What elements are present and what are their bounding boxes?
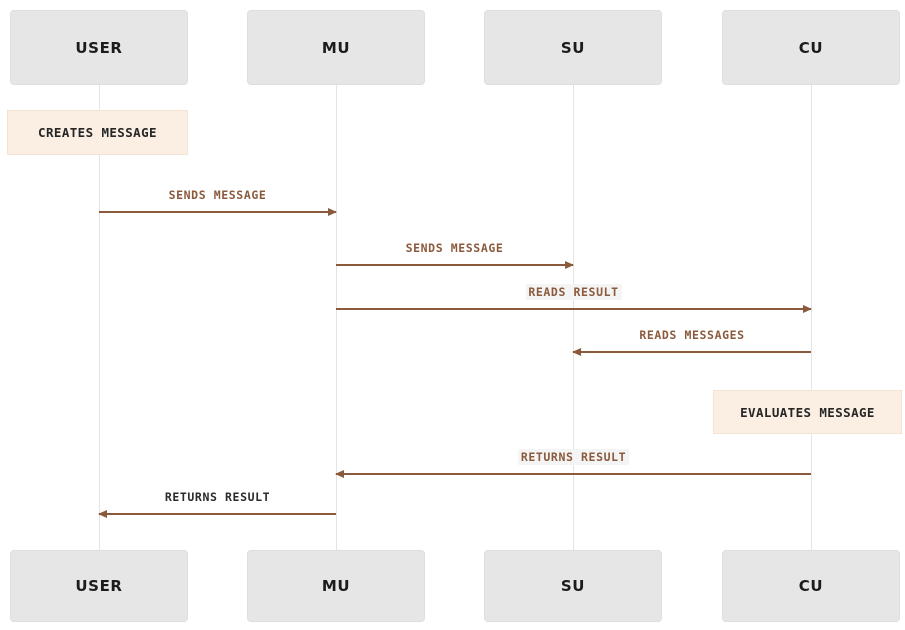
participant-header-su[interactable]: SU [484, 10, 662, 85]
arrowhead-right-icon [565, 260, 574, 269]
lifeline-cu [811, 85, 812, 550]
message-label: SENDS MESSAGE [405, 241, 504, 255]
arrowhead-right-icon [803, 304, 812, 313]
participant-header-cu[interactable]: CU [722, 10, 900, 85]
note-evaluates-message[interactable]: EVALUATES MESSAGE [713, 390, 902, 434]
arrowhead-left-icon [335, 469, 344, 478]
message-line [99, 513, 336, 515]
participant-label: MU [321, 38, 351, 57]
participant-label: CU [798, 38, 824, 57]
message-label: READS RESULT [525, 284, 622, 300]
message-label: RETURNS RESULT [517, 449, 630, 465]
participant-label: SU [560, 38, 586, 57]
participant-footer-mu[interactable]: MU [247, 550, 425, 622]
note-label: EVALUATES MESSAGE [740, 404, 875, 420]
message-line [336, 264, 573, 266]
message-label: READS MESSAGES [639, 328, 745, 342]
sequence-diagram-canvas: USER MU SU CU USER MU SU CU CREATES MESSAGE EVALU… [0, 0, 905, 630]
participant-label: SU [560, 577, 586, 595]
note-creates-message[interactable]: CREATES MESSAGE [7, 110, 188, 155]
lifeline-mu [336, 85, 337, 550]
message-line [573, 351, 811, 353]
participant-footer-user[interactable]: USER [10, 550, 188, 622]
message-label: SENDS MESSAGE [168, 188, 267, 202]
message-line [336, 473, 811, 475]
participant-label: CU [798, 577, 824, 595]
message-label: RETURNS RESULT [164, 490, 271, 504]
message-line [99, 211, 336, 213]
participant-header-user[interactable]: USER [10, 10, 188, 85]
note-label: CREATES MESSAGE [38, 125, 157, 140]
participant-header-mu[interactable]: MU [247, 10, 425, 85]
message-line [336, 308, 811, 310]
lifeline-su [573, 85, 574, 550]
participant-footer-su[interactable]: SU [484, 550, 662, 622]
participant-label: USER [75, 577, 123, 595]
participant-label: USER [75, 38, 123, 57]
arrowhead-right-icon [328, 207, 337, 216]
participant-footer-cu[interactable]: CU [722, 550, 900, 622]
participant-label: MU [321, 577, 351, 595]
arrowhead-left-icon [572, 347, 581, 356]
arrowhead-left-icon [98, 509, 107, 518]
